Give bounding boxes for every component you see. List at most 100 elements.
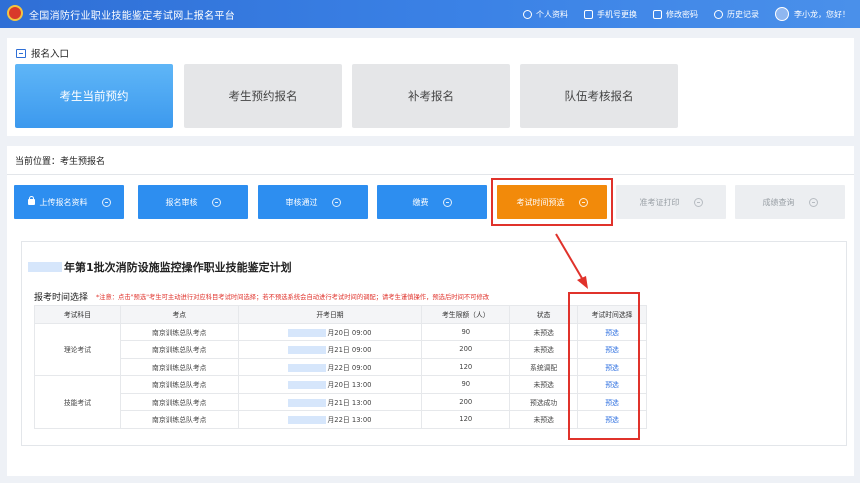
lock-icon bbox=[27, 196, 35, 205]
plan-title-text: 年第1批次消防设施监控操作职业技能鉴定计划 bbox=[64, 261, 292, 274]
nav-change-password-label: 修改密码 bbox=[666, 9, 698, 19]
fire-emblem-logo bbox=[7, 5, 23, 21]
site-cell: 南京训练总队考点 bbox=[119, 392, 239, 411]
col-subject: 考试科目 bbox=[34, 305, 121, 324]
lock-icon bbox=[653, 9, 662, 19]
arrow-circle-icon bbox=[211, 197, 221, 207]
nav-change-phone-label: 手机号更换 bbox=[597, 9, 637, 19]
step-label: 准考证打印 bbox=[639, 197, 680, 207]
date-text: 月22日 09:00 bbox=[327, 363, 372, 372]
site-cell: 南京训练总队考点 bbox=[119, 410, 239, 429]
date-text: 月21日 13:00 bbox=[327, 398, 372, 407]
exam-schedule-table: 考试科目 考点 开考日期 考生限额（人） 状态 考试时间选择 理论考试 南京训练… bbox=[34, 305, 647, 429]
limit-cell: 120 bbox=[421, 357, 511, 376]
date-text: 月22日 13:00 bbox=[327, 416, 372, 425]
site-cell: 南京训练总队考点 bbox=[119, 357, 239, 376]
site-cell: 南京训练总队考点 bbox=[119, 322, 239, 341]
date-cell: 月22日 09:00 bbox=[237, 357, 423, 376]
redacted-year bbox=[28, 262, 62, 272]
login-box-icon bbox=[16, 48, 26, 58]
limit-cell: 90 bbox=[421, 375, 511, 394]
site-title: 全国消防行业职业技能鉴定考试网上报名平台 bbox=[29, 11, 235, 22]
breadcrumb: 当前位置：考生预报名 bbox=[15, 157, 106, 167]
clock-icon bbox=[714, 9, 723, 19]
arrow-circle-icon bbox=[442, 197, 452, 207]
date-cell: 月20日 13:00 bbox=[237, 375, 423, 394]
step-label: 报名审核 bbox=[165, 197, 198, 207]
col-limit: 考生限额（人） bbox=[421, 305, 511, 324]
step-upload-materials[interactable]: 上传报名资料 bbox=[14, 185, 124, 219]
nav-history[interactable]: 历史记录 bbox=[714, 9, 759, 20]
entry-current-booking[interactable]: 考生当前预约 bbox=[15, 64, 173, 128]
date-cell: 月20日 09:00 bbox=[237, 322, 423, 341]
col-date: 开考日期 bbox=[237, 305, 423, 324]
step-score-query[interactable]: 成绩查询 bbox=[735, 185, 845, 219]
step-label: 成绩查询 bbox=[762, 197, 795, 207]
table-row: 技能考试 南京训练总队考点 月20日 13:00 90 未预选 预选 bbox=[34, 375, 647, 429]
table-row: 南京训练总队考点 月21日 09:00 200 未预选 预选 bbox=[35, 340, 647, 359]
table-row: 南京训练总队考点 月21日 13:00 200 预选成功 预选 bbox=[35, 392, 647, 411]
arrow-circle-icon bbox=[331, 197, 341, 207]
step-approved[interactable]: 审核通过 bbox=[258, 185, 368, 219]
redacted-date bbox=[288, 381, 327, 390]
date-text: 月20日 09:00 bbox=[327, 328, 372, 337]
entry-makeup-registration[interactable]: 补考报名 bbox=[352, 64, 510, 128]
limit-cell: 200 bbox=[421, 392, 511, 411]
limit-cell: 90 bbox=[421, 322, 511, 341]
limit-cell: 200 bbox=[421, 340, 511, 359]
nav-profile[interactable]: 个人资料 bbox=[523, 9, 568, 20]
nav-profile-label: 个人资料 bbox=[536, 9, 568, 19]
highlight-box-step bbox=[491, 178, 613, 226]
step-review[interactable]: 报名审核 bbox=[138, 185, 248, 219]
entry-section-title: 报名入口 bbox=[16, 46, 69, 60]
step-admission-ticket[interactable]: 准考证打印 bbox=[616, 185, 726, 219]
top-nav: 个人资料 手机号更换 修改密码 历史记录 李小龙，您好！ bbox=[507, 0, 850, 28]
arrow-circle-icon bbox=[693, 197, 703, 207]
subject-cell: 技能考试 bbox=[34, 375, 121, 429]
table-row: 南京训练总队考点 月22日 13:00 120 未预选 预选 bbox=[35, 410, 647, 429]
nav-history-label: 历史记录 bbox=[727, 9, 759, 19]
phone-icon bbox=[584, 9, 593, 19]
date-text: 月21日 09:00 bbox=[327, 346, 372, 355]
redacted-date bbox=[288, 398, 327, 407]
step-label: 缴费 bbox=[412, 197, 429, 207]
limit-cell: 120 bbox=[421, 410, 511, 429]
table-row: 南京训练总队考点 月22日 09:00 120 系统调配 预选 bbox=[35, 357, 647, 376]
user-icon bbox=[523, 9, 532, 19]
step-label: 上传报名资料 bbox=[39, 197, 88, 207]
entry-booking-registration[interactable]: 考生预约报名 bbox=[184, 64, 342, 128]
redacted-date bbox=[288, 328, 327, 337]
highlight-box-column bbox=[568, 292, 640, 440]
arrow-circle-icon bbox=[101, 197, 111, 207]
redacted-date bbox=[288, 416, 327, 425]
arrow-circle-icon bbox=[808, 197, 818, 207]
date-text: 月20日 13:00 bbox=[327, 381, 372, 390]
site-cell: 南京训练总队考点 bbox=[119, 340, 239, 359]
time-selection-label: 报考时间选择 bbox=[34, 293, 89, 303]
entry-title-text: 报名入口 bbox=[31, 49, 70, 60]
date-cell: 月22日 13:00 bbox=[237, 410, 423, 429]
notice-text: *注意：点击"预选"考生可主动进行对应科目考试时间选择；若不预选系统会自动进行考… bbox=[96, 294, 490, 301]
subject-cell: 理论考试 bbox=[34, 322, 121, 376]
step-label: 审核通过 bbox=[285, 197, 318, 207]
col-site: 考点 bbox=[119, 305, 239, 324]
user-menu[interactable]: 李小龙，您好！ bbox=[775, 7, 850, 21]
nav-change-phone[interactable]: 手机号更换 bbox=[584, 9, 637, 20]
date-cell: 月21日 13:00 bbox=[237, 392, 423, 411]
redacted-date bbox=[288, 363, 327, 372]
plan-panel: 年第1批次消防设施监控操作职业技能鉴定计划 报考时间选择 *注意：点击"预选"考… bbox=[21, 241, 847, 446]
top-bar: 全国消防行业职业技能鉴定考试网上报名平台 个人资料 手机号更换 修改密码 历史记… bbox=[0, 0, 860, 28]
entry-card: 报名入口 考生当前预约 考生预约报名 补考报名 队伍考核报名 bbox=[7, 38, 854, 136]
avatar bbox=[775, 7, 789, 21]
date-cell: 月21日 09:00 bbox=[237, 340, 423, 359]
step-payment[interactable]: 缴费 bbox=[377, 185, 487, 219]
table-row: 理论考试 南京训练总队考点 月20日 09:00 90 未预选 预选 bbox=[34, 322, 647, 376]
site-cell: 南京训练总队考点 bbox=[119, 375, 239, 394]
table-header-row: 考试科目 考点 开考日期 考生限额（人） 状态 考试时间选择 bbox=[34, 305, 647, 324]
plan-title: 年第1批次消防设施监控操作职业技能鉴定计划 bbox=[28, 259, 292, 275]
registration-card: 当前位置：考生预报名 上传报名资料 报名审核 审核通过 缴费 考试时间预选 准考… bbox=[7, 146, 854, 476]
entry-team-assessment[interactable]: 队伍考核报名 bbox=[520, 64, 678, 128]
redacted-date bbox=[288, 346, 327, 355]
nav-change-password[interactable]: 修改密码 bbox=[653, 9, 698, 20]
divider bbox=[7, 174, 854, 175]
